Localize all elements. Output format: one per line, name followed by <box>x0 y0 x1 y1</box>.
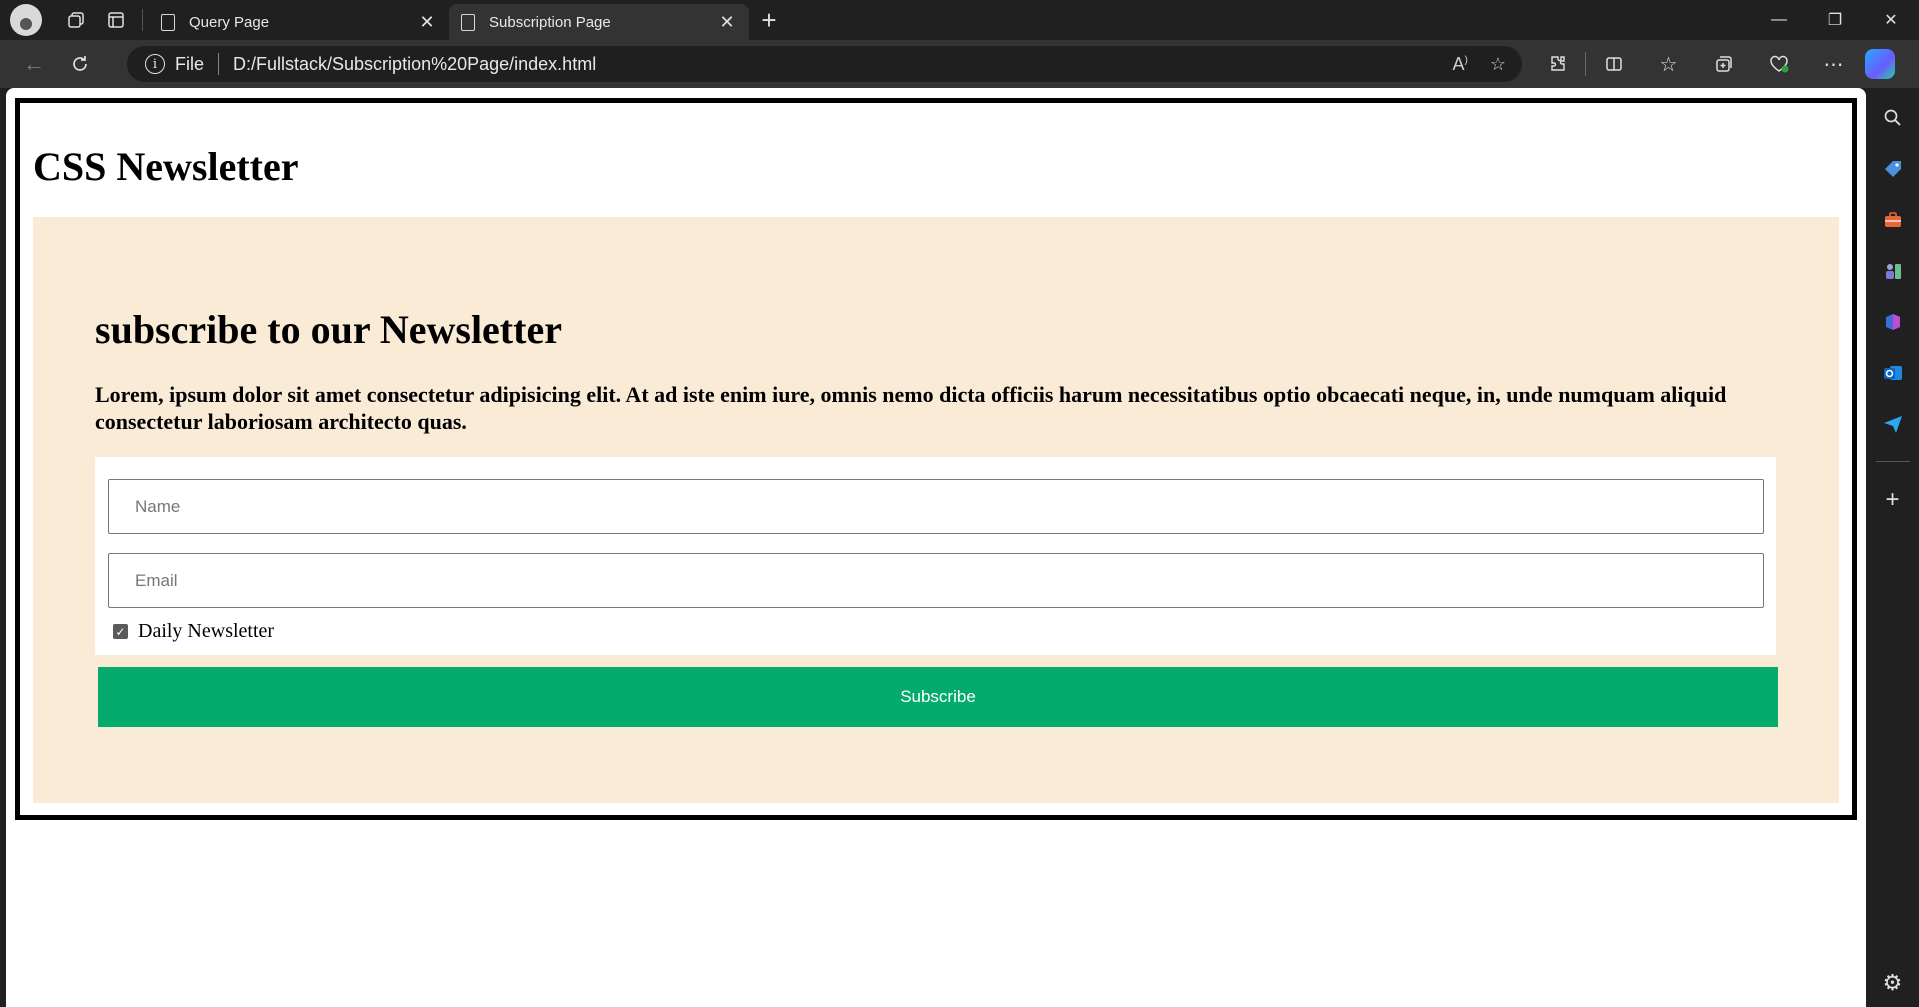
shopping-tag-icon[interactable] <box>1866 143 1919 194</box>
daily-newsletter-option[interactable]: ✓ Daily Newsletter <box>113 620 274 643</box>
tab-label: Subscription Page <box>489 13 611 31</box>
page-viewport: CSS Newsletter subscribe to our Newslett… <box>6 88 1866 1007</box>
minimize-icon[interactable]: — <box>1751 0 1807 40</box>
tools-briefcase-icon[interactable] <box>1866 194 1919 245</box>
new-tab-button[interactable]: + <box>749 5 789 36</box>
split-screen-icon[interactable] <box>1586 40 1641 88</box>
daily-newsletter-checkbox[interactable]: ✓ <box>113 624 128 639</box>
profile-avatar-icon[interactable] <box>10 4 42 36</box>
tab-query-page[interactable]: Query Page ✕ <box>149 4 449 40</box>
add-icon[interactable]: + <box>1866 474 1919 525</box>
favorites-icon[interactable]: ☆ <box>1641 40 1696 88</box>
email-input[interactable] <box>108 553 1764 608</box>
favorite-star-icon[interactable]: ☆ <box>1490 54 1506 75</box>
tab-strip: Query Page ✕ Subscription Page ✕ + — ❐ ✕ <box>0 0 1919 40</box>
collections-icon[interactable] <box>1696 40 1751 88</box>
newsletter-section: subscribe to our Newsletter Lorem, ipsum… <box>33 217 1839 803</box>
vertical-tabs-icon[interactable] <box>96 0 136 40</box>
url-text[interactable]: D:/Fullstack/Subscription%20Page/index.h… <box>233 54 596 75</box>
browser-essentials-icon[interactable] <box>1751 40 1806 88</box>
sidebar-separator <box>1875 461 1910 462</box>
refresh-button[interactable] <box>58 42 102 86</box>
tab-label: Query Page <box>189 13 270 31</box>
address-separator <box>218 53 220 75</box>
tab-separator <box>142 9 143 31</box>
page-icon <box>461 13 475 31</box>
daily-newsletter-label: Daily Newsletter <box>138 620 275 642</box>
send-icon[interactable] <box>1866 398 1919 449</box>
edge-sidebar: + ⚙ <box>1866 88 1919 1007</box>
name-input[interactable] <box>108 479 1764 534</box>
more-options-icon[interactable]: ⋯ <box>1806 40 1861 88</box>
site-info-icon[interactable]: i <box>145 54 165 74</box>
tab-subscription-page[interactable]: Subscription Page ✕ <box>449 4 749 40</box>
close-window-icon[interactable]: ✕ <box>1863 0 1919 40</box>
copilot-icon[interactable] <box>1865 49 1895 79</box>
games-icon[interactable] <box>1866 245 1919 296</box>
settings-gear-icon[interactable]: ⚙ <box>1866 963 1919 1003</box>
copilot-sidebar-icon[interactable] <box>1866 296 1919 347</box>
outlook-icon[interactable] <box>1866 347 1919 398</box>
toolbar-actions: ☆ ⋯ <box>1530 40 1895 88</box>
newsletter-description: Lorem, ipsum dolor sit amet consectetur … <box>95 382 1727 434</box>
restore-icon[interactable]: ❐ <box>1807 0 1863 40</box>
subscription-form: ✓ Daily Newsletter <box>95 457 1776 655</box>
navigation-toolbar: ← i File D:/Fullstack/Subscription%20Pag… <box>0 40 1919 88</box>
page-icon <box>161 13 175 31</box>
page-title: CSS Newsletter <box>33 144 299 189</box>
address-bar[interactable]: i File D:/Fullstack/Subscription%20Page/… <box>127 46 1522 82</box>
back-button[interactable]: ← <box>12 42 56 86</box>
close-tab-icon[interactable]: ✕ <box>417 12 437 33</box>
extensions-icon[interactable] <box>1530 40 1585 88</box>
close-tab-icon[interactable]: ✕ <box>717 12 737 33</box>
scheme-label: File <box>175 53 205 74</box>
subscribe-button[interactable]: Subscribe <box>98 667 1778 727</box>
workspaces-icon[interactable] <box>56 0 96 40</box>
window-controls: — ❐ ✕ <box>1751 0 1919 40</box>
search-icon[interactable] <box>1866 92 1919 143</box>
read-aloud-icon[interactable]: A) <box>1453 54 1468 75</box>
newsletter-heading: subscribe to our Newsletter <box>95 307 562 352</box>
